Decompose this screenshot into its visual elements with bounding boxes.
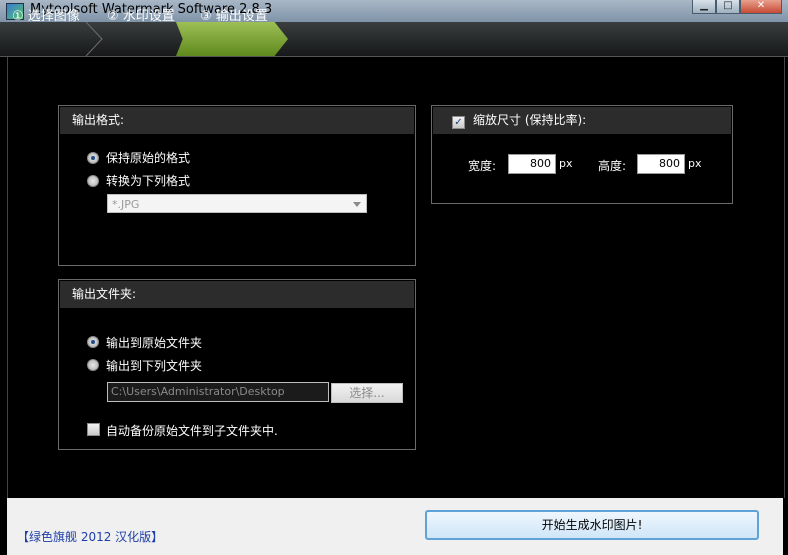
footer-bar: 【绿色旗舰 2012 汉化版】 开始生成水印图片! [7, 498, 783, 555]
maximize-button[interactable]: □ [716, 0, 740, 14]
output-folder-panel: 输出文件夹: 输出到原始文件夹 输出到下列文件夹 C:\Users\Admini… [58, 279, 416, 450]
folder-path-input[interactable]: C:\Users\Administrator\Desktop [107, 382, 329, 402]
chevron-down-icon [353, 202, 361, 207]
height-input[interactable]: 800 [637, 154, 685, 174]
tab-select-images[interactable]: ① 选择图像 [12, 0, 80, 34]
resize-header: 缩放尺寸 (保持比率): [433, 107, 731, 134]
backup-checkbox[interactable] [87, 423, 100, 436]
width-unit: px [559, 157, 573, 170]
backup-label: 自动备份原始文件到子文件夹中. [106, 424, 278, 438]
radio-custom-folder[interactable] [87, 359, 99, 371]
resize-panel: 缩放尺寸 (保持比率): ✓ 宽度: 800 px 高度: 800 px [431, 105, 733, 204]
output-folder-header: 输出文件夹: [60, 281, 414, 308]
format-select-value: *.JPG [112, 198, 140, 211]
height-unit: px [688, 157, 702, 170]
edition-link[interactable]: 【绿色旗舰 2012 汉化版】 [17, 528, 163, 545]
keep-format-label: 保持原始的格式 [106, 151, 191, 165]
tab-watermark-settings[interactable]: ② 水印设置 [107, 0, 175, 34]
custom-folder-label: 输出到下列文件夹 [106, 359, 203, 373]
close-button[interactable]: ✕ [740, 0, 782, 14]
tab-separator-icon [85, 22, 103, 56]
height-label: 高度: [598, 159, 627, 173]
content-area: 输出格式: 保持原始的格式 转换为下列格式 *.JPG 输出文件夹: 输出到原始… [7, 57, 785, 498]
output-format-header: 输出格式: [60, 107, 414, 134]
tab-output-settings[interactable]: ③ 输出设置 [200, 0, 268, 34]
start-watermark-button[interactable]: 开始生成水印图片! [425, 510, 759, 540]
width-label: 宽度: [468, 159, 497, 173]
radio-keep-format[interactable] [87, 152, 99, 164]
width-input[interactable]: 800 [508, 154, 556, 174]
output-format-panel: 输出格式: 保持原始的格式 转换为下列格式 *.JPG [58, 105, 416, 266]
convert-format-label: 转换为下列格式 [106, 174, 191, 188]
browse-folder-button[interactable]: 选择... [331, 383, 403, 403]
original-folder-label: 输出到原始文件夹 [106, 336, 203, 350]
radio-convert-format[interactable] [87, 175, 99, 187]
minimize-button[interactable]: ▁ [692, 0, 716, 14]
window-controls: ▁ □ ✕ [692, 0, 782, 14]
radio-original-folder[interactable] [87, 336, 99, 348]
format-select[interactable]: *.JPG [107, 194, 367, 213]
resize-checkbox[interactable]: ✓ [452, 116, 465, 129]
